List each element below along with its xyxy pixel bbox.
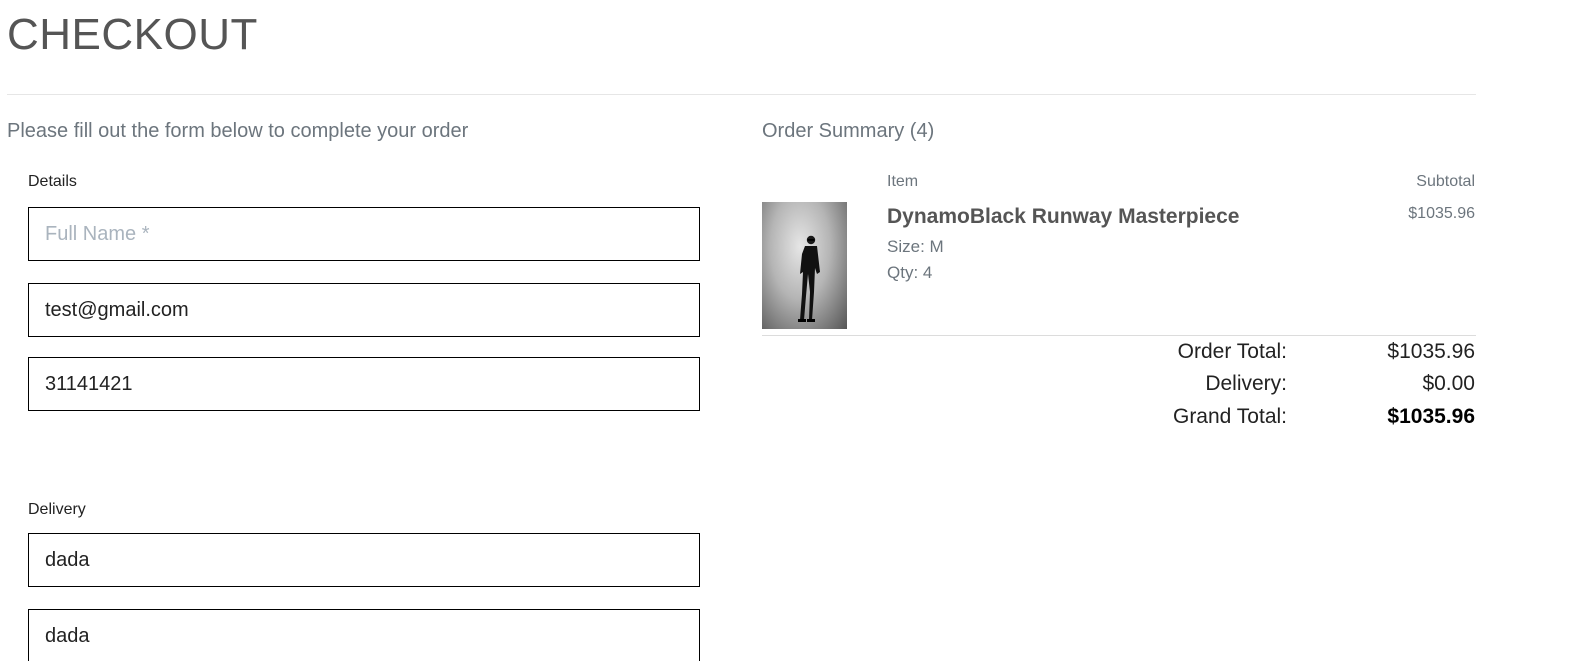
product-photo-icon[interactable] bbox=[762, 202, 847, 329]
product-subtotal: $1035.96 bbox=[1408, 205, 1475, 222]
phone-input[interactable] bbox=[28, 357, 700, 411]
grand-total-label: Grand Total: bbox=[1172, 405, 1287, 428]
item-column-header: Item bbox=[887, 173, 919, 190]
order-summary-title: Order Summary (4) bbox=[762, 120, 935, 142]
delivery-cost-value: $0.00 bbox=[1422, 372, 1475, 395]
order-total-value: $1035.96 bbox=[1387, 340, 1475, 363]
form-instruction: Please fill out the form below to comple… bbox=[7, 120, 469, 142]
page-title: CHECKOUT bbox=[7, 10, 258, 59]
email-input[interactable] bbox=[28, 283, 700, 337]
order-total-label: Order Total: bbox=[1177, 340, 1287, 363]
subtotal-column-header: Subtotal bbox=[1416, 173, 1475, 190]
grand-total-value: $1035.96 bbox=[1387, 405, 1475, 428]
product-name-link[interactable]: DynamoBlack Runway Masterpiece bbox=[887, 205, 1239, 229]
details-section-label: Details bbox=[28, 173, 77, 190]
delivery-address-input-2[interactable] bbox=[28, 609, 700, 661]
product-size: Size: M bbox=[887, 237, 944, 256]
delivery-section-label: Delivery bbox=[28, 501, 86, 518]
product-quantity: Qty: 4 bbox=[887, 263, 933, 282]
checkout-page: CHECKOUT Please fill out the form below … bbox=[0, 0, 1575, 661]
full-name-input[interactable] bbox=[28, 207, 700, 261]
summary-divider bbox=[762, 335, 1476, 336]
delivery-address-input-1[interactable] bbox=[28, 533, 700, 587]
delivery-cost-label: Delivery: bbox=[1205, 372, 1287, 395]
header-divider bbox=[7, 94, 1476, 95]
